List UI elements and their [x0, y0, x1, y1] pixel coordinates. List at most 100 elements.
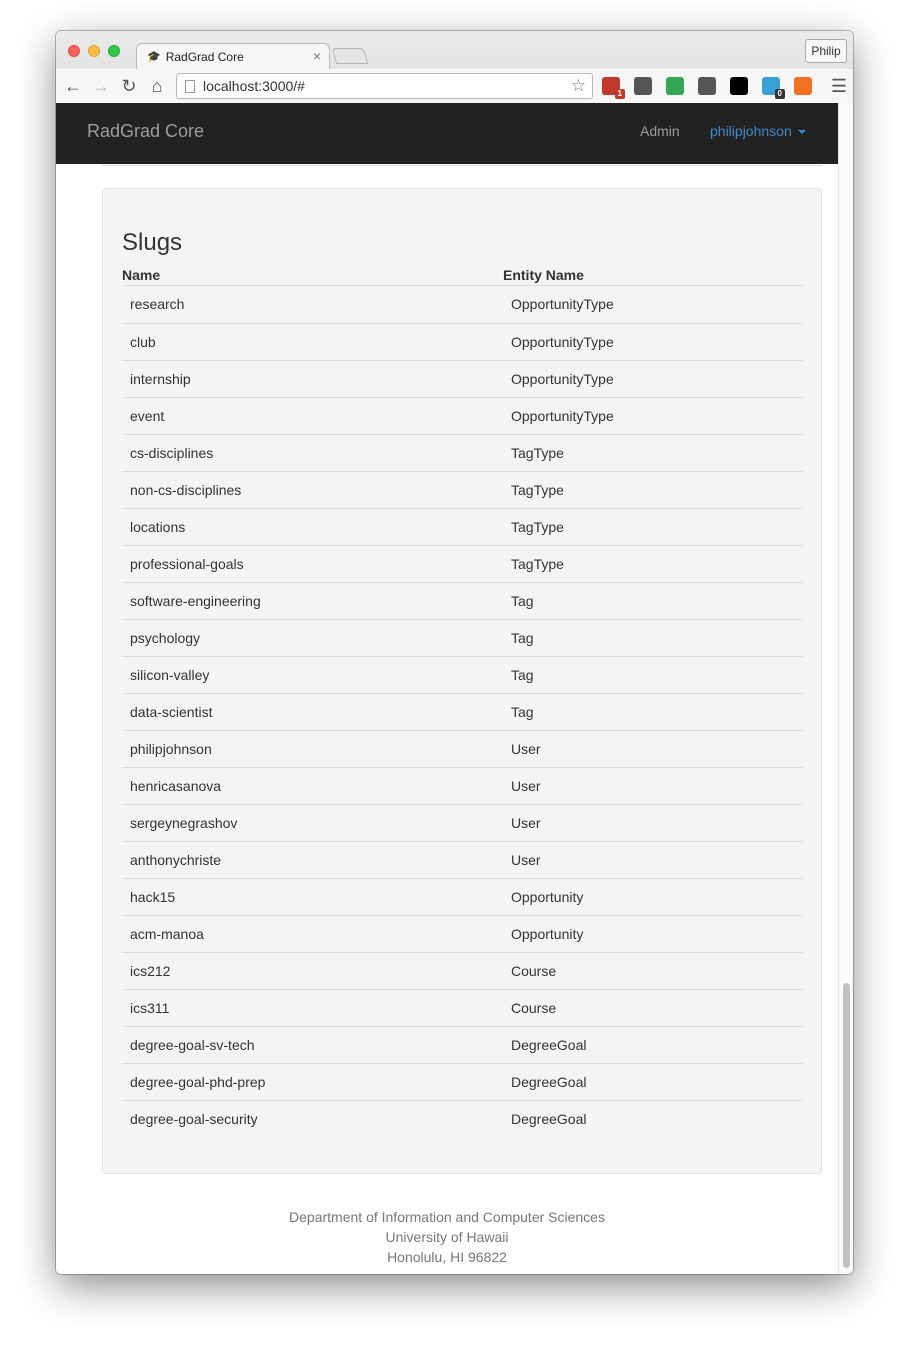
slug-name: anthonychriste [130, 852, 222, 868]
table-row: degree-goal-security DegreeGoal [122, 1100, 803, 1137]
slug-name: software-engineering [130, 593, 261, 609]
table-row: psychology Tag [122, 619, 803, 656]
slug-name: sergeynegrashov [130, 815, 238, 831]
table-row: data-scientist Tag [122, 693, 803, 730]
slug-name: internship [130, 371, 191, 387]
slug-name: acm-manoa [130, 926, 204, 942]
browser-toolbar: ← → ↻ ⌂ localhost:3000/# ☆ 1 0 ☰ [56, 69, 853, 103]
table-row: event OpportunityType [122, 397, 803, 434]
entity-name: OpportunityType [511, 334, 614, 350]
zoom-window-button[interactable] [108, 45, 120, 57]
slug-name: cs-disciplines [130, 445, 214, 461]
slug-name: degree-goal-security [130, 1111, 258, 1127]
entity-name: OpportunityType [511, 296, 614, 312]
slug-name: psychology [130, 630, 201, 646]
table-row: non-cs-disciplines TagType [122, 471, 803, 508]
entity-name: Course [511, 1000, 557, 1016]
browser-tab[interactable]: 🎓 RadGrad Core × [136, 43, 330, 69]
slug-name: research [130, 296, 185, 312]
table-row: hack15 Opportunity [122, 878, 803, 915]
close-window-button[interactable] [68, 45, 80, 57]
profile-button[interactable]: Philip [805, 39, 847, 63]
footer-department: Department of Information and Computer S… [289, 1209, 605, 1225]
table-row: professional-goals TagType [122, 545, 803, 582]
slug-name: silicon-valley [130, 667, 210, 683]
table-row: research OpportunityType [122, 286, 803, 323]
tab-close-icon[interactable]: × [313, 48, 321, 64]
entity-name: TagType [511, 445, 564, 461]
back-arrow-icon[interactable]: ← [62, 75, 84, 97]
1password-extension-icon[interactable] [698, 77, 716, 95]
entity-name: DegreeGoal [511, 1111, 587, 1127]
extension-badge: 0 [774, 89, 785, 99]
bookmark-star-icon[interactable]: ☆ [571, 76, 586, 96]
table-row: degree-goal-sv-tech DegreeGoal [122, 1026, 803, 1063]
scrollbar[interactable] [838, 103, 853, 1274]
home-icon[interactable]: ⌂ [146, 75, 168, 97]
table-row: sergeynegrashov User [122, 804, 803, 841]
slug-name: event [130, 408, 165, 424]
slug-name: club [130, 334, 156, 350]
browser-chrome: 🎓 RadGrad Core × Philip ← → ↻ ⌂ localhos… [56, 31, 853, 103]
entity-name: User [511, 815, 541, 831]
table-row: degree-goal-phd-prep DegreeGoal [122, 1063, 803, 1100]
table-row: internship OpportunityType [122, 360, 803, 397]
sync-extension-icon[interactable] [634, 77, 652, 95]
graduation-cap-icon: 🎓 [147, 51, 161, 63]
entity-name: User [511, 852, 541, 868]
page-icon [185, 80, 195, 93]
entity-name: Course [511, 963, 557, 979]
entity-name: DegreeGoal [511, 1074, 587, 1090]
footer-address: Honolulu, HI 96822 [387, 1249, 507, 1265]
entity-name: TagType [511, 519, 564, 535]
slug-name: degree-goal-sv-tech [130, 1037, 255, 1053]
hangouts-extension-icon[interactable] [666, 77, 684, 95]
entity-name: DegreeGoal [511, 1037, 587, 1053]
slug-name: data-scientist [130, 704, 213, 720]
table-row: acm-manoa Opportunity [122, 915, 803, 952]
browser-window: 🎓 RadGrad Core × Philip ← → ↻ ⌂ localhos… [56, 31, 853, 1274]
table-row: club OpportunityType [122, 323, 803, 360]
admin-link[interactable]: Admin [640, 123, 680, 139]
entity-name: Tag [511, 704, 534, 720]
footer: Department of Information and Computer S… [56, 1207, 838, 1267]
entity-name: Opportunity [511, 926, 584, 942]
slug-name: degree-goal-phd-prep [130, 1074, 266, 1090]
analytics-extension-icon[interactable] [794, 77, 812, 95]
table-row: cs-disciplines TagType [122, 434, 803, 471]
previous-panel-edge [102, 164, 822, 166]
table-row: anthonychriste User [122, 841, 803, 878]
slug-name: henricasanova [130, 778, 222, 794]
table-header: Name Entity Name [122, 266, 803, 286]
tab-title: RadGrad Core [165, 49, 244, 64]
reload-icon[interactable]: ↻ [118, 75, 140, 97]
entity-name: Opportunity [511, 889, 584, 905]
caret-down-icon [797, 130, 806, 135]
jetbrains-extension-icon[interactable] [730, 77, 748, 95]
forward-arrow-icon[interactable]: → [90, 75, 112, 97]
slug-name: philipjohnson [130, 741, 212, 757]
slug-name: locations [130, 519, 186, 535]
minimize-window-button[interactable] [88, 45, 100, 57]
user-dropdown[interactable]: philipjohnson [710, 123, 806, 139]
scrollbar-thumb[interactable] [843, 983, 850, 1268]
column-header-name: Name [122, 267, 161, 283]
entity-name: TagType [511, 556, 564, 572]
user-name: philipjohnson [710, 123, 792, 139]
address-bar[interactable]: localhost:3000/# ☆ [176, 73, 593, 99]
ghostery-extension-icon[interactable]: 0 [762, 77, 785, 99]
brand-link[interactable]: RadGrad Core [87, 121, 204, 142]
entity-name: OpportunityType [511, 408, 614, 424]
menu-icon[interactable]: ☰ [828, 75, 850, 97]
slug-name: ics311 [130, 1000, 170, 1016]
app-navbar: RadGrad Core Admin philipjohnson [56, 103, 838, 164]
slug-name: hack15 [130, 889, 176, 905]
entity-name: Tag [511, 667, 534, 683]
column-header-entity: Entity Name [503, 267, 584, 283]
table-row: ics311 Course [122, 989, 803, 1026]
extension-badge: 1 [614, 89, 625, 99]
puzzle-extension-icon[interactable]: 1 [602, 77, 625, 99]
page-content: Slugs Name Entity Name research Opportuni… [56, 164, 838, 1274]
slug-name: professional-goals [130, 556, 244, 572]
new-tab-button[interactable] [331, 48, 369, 64]
